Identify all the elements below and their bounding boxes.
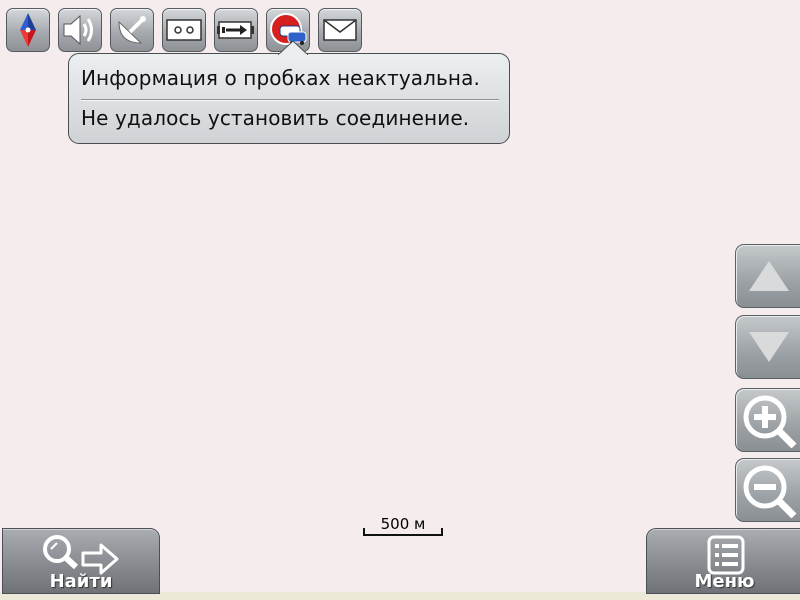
- menu-list-icon: [707, 535, 745, 575]
- arrow-up-icon: [748, 261, 789, 291]
- compass-button[interactable]: [6, 8, 50, 52]
- tooltip-message-1: Информация о пробках неактуальна.: [81, 66, 480, 90]
- compass-icon: [20, 13, 36, 47]
- satellite-dish-icon: [118, 16, 146, 44]
- scroll-up-button[interactable]: [735, 244, 800, 308]
- volume-button[interactable]: [58, 8, 102, 52]
- zoom-in-icon: [743, 395, 796, 448]
- zoom-out-icon: [743, 465, 796, 518]
- mail-icon: [323, 19, 357, 41]
- recorder-button[interactable]: [162, 8, 206, 52]
- scroll-down-button[interactable]: [735, 315, 800, 379]
- map-scale: 500 м: [362, 512, 444, 538]
- volume-icon: [63, 14, 93, 46]
- menu-button[interactable]: Меню: [646, 528, 800, 594]
- battery-charging-icon: [217, 21, 254, 39]
- menu-label: Меню: [694, 571, 755, 592]
- tooltip-divider: [81, 99, 499, 101]
- messages-button[interactable]: [318, 8, 362, 52]
- battery-button[interactable]: [214, 8, 258, 52]
- gps-button[interactable]: [110, 8, 154, 52]
- tooltip-message-2: Не удалось установить соединение.: [81, 106, 470, 130]
- scale-bar: [363, 528, 443, 536]
- find-button[interactable]: Найти: [2, 528, 160, 594]
- traffic-status-tooltip: Информация о пробках неактуальна. Не уда…: [68, 41, 510, 144]
- cassette-icon: [166, 19, 202, 41]
- zoom-in-button[interactable]: [735, 388, 800, 452]
- find-label: Найти: [49, 571, 113, 592]
- tooltip-pointer: [278, 41, 308, 55]
- arrow-down-icon: [748, 332, 789, 362]
- zoom-out-button[interactable]: [735, 458, 800, 522]
